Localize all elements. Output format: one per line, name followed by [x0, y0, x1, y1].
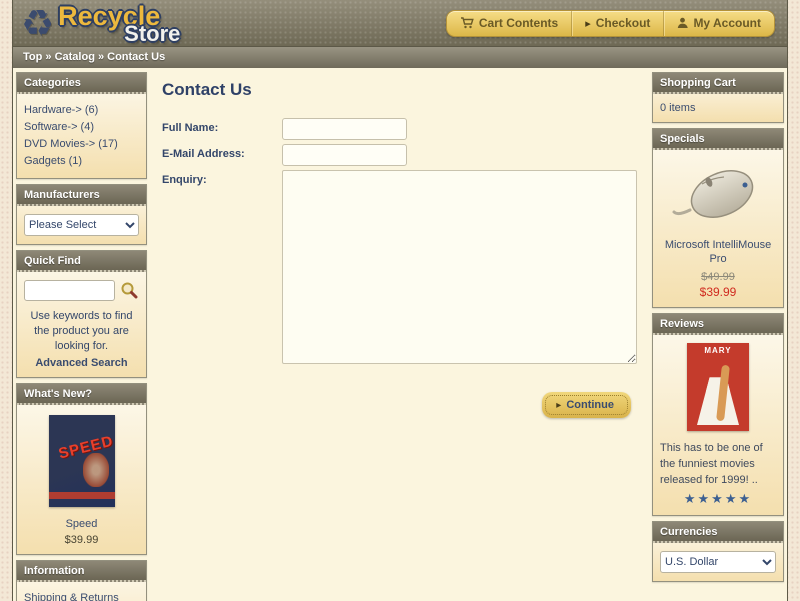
logo-text: Recycle Store — [58, 0, 218, 46]
enquiry-textarea[interactable] — [282, 170, 637, 364]
quick-find-help-text: Use keywords to find the product you are… — [30, 310, 133, 352]
review-excerpt[interactable]: This has to be one of the funniest movie… — [660, 440, 776, 488]
intellimouse-old-price: $49.99 — [701, 271, 735, 283]
box-categories: Categories Hardware-> (6) Software-> (4)… — [16, 72, 147, 179]
quick-find-header: Quick Find — [17, 251, 146, 272]
intellimouse-product-image[interactable] — [668, 170, 768, 231]
categories-header: Categories — [17, 73, 146, 94]
cart-contents-button[interactable]: Cart Contents — [447, 11, 571, 36]
email-input[interactable] — [282, 144, 407, 166]
search-icon — [120, 282, 138, 302]
box-shopping-cart: Shopping Cart 0 items — [652, 72, 784, 123]
checkout-label: Checkout — [595, 16, 651, 30]
categories-list: Hardware-> (6) Software-> (4) DVD Movies… — [17, 94, 146, 178]
box-whats-new: What's New? SPEED Speed $39.99 — [16, 383, 147, 555]
sidebar-item-gadgets[interactable]: Gadgets (1) — [24, 153, 139, 170]
box-specials: Specials Microsoft IntelliMouse Pro $49.… — [652, 128, 784, 308]
specials-header: Specials — [653, 129, 783, 150]
sidebar-item-software[interactable]: Software-> (4) — [24, 119, 139, 136]
speed-price: $39.99 — [64, 534, 99, 546]
cart-items-count: 0 items — [660, 102, 696, 114]
enquiry-label: Enquiry: — [162, 174, 207, 186]
search-input[interactable] — [24, 280, 115, 301]
manufacturers-header: Manufacturers — [17, 185, 146, 206]
my-account-button[interactable]: My Account — [663, 10, 774, 36]
breadcrumb[interactable]: Top » Catalog » Contact Us — [13, 46, 787, 68]
currency-select[interactable]: U.S. Dollar — [660, 551, 776, 573]
continue-arrow-icon: ▸ — [556, 399, 562, 411]
cart-contents-label: Cart Contents — [478, 16, 559, 30]
advanced-search-link[interactable]: Advanced Search — [24, 357, 139, 369]
sidebar-item-hardware[interactable]: Hardware-> (6) — [24, 102, 139, 119]
store-logo[interactable]: ♻ Recycle Store — [21, 0, 218, 46]
email-label: E-Mail Address: — [162, 148, 245, 160]
speed-poster-image[interactable]: SPEED — [48, 415, 115, 507]
sidebar-right: Shopping Cart 0 items Specials Microsoft… — [652, 72, 784, 582]
sidebar-item-dvd-movies[interactable]: DVD Movies-> (17) — [24, 136, 139, 153]
main-content: Contact Us Full Name: E-Mail Address: En… — [152, 72, 647, 418]
sidebar-left: Categories Hardware-> (6) Software-> (4)… — [16, 72, 147, 601]
continue-button[interactable]: ▸ Continue — [542, 392, 631, 418]
reviews-header: Reviews — [653, 314, 783, 335]
whats-new-header: What's New? — [17, 384, 146, 405]
box-manufacturers: Manufacturers Please Select — [16, 184, 147, 245]
recycle-icon: ♻ — [21, 2, 55, 44]
review-stars: ★★★★★ — [683, 491, 753, 506]
mary-poster-title: MARY — [704, 346, 732, 355]
full-name-input[interactable] — [282, 118, 407, 140]
search-button[interactable] — [119, 281, 139, 301]
continue-label: Continue — [566, 399, 614, 411]
page-title: Contact Us — [162, 80, 252, 99]
checkout-arrow-icon: ▸ — [585, 17, 591, 30]
information-header: Information — [17, 561, 146, 582]
cart-icon — [460, 17, 474, 29]
logo-line2: Store — [124, 21, 181, 46]
site-container: ♻ Recycle Store Cart Contents ▸ Checkout — [12, 0, 788, 601]
content-area: Categories Hardware-> (6) Software-> (4)… — [13, 68, 787, 601]
page-background: { "colors": { "accent_gold": "#ddb647", … — [0, 0, 800, 601]
product-link-intellimouse[interactable]: Microsoft IntelliMouse Pro — [660, 238, 776, 266]
person-icon — [677, 17, 689, 29]
my-account-label: My Account — [693, 16, 761, 30]
box-information: Information Shipping & Returns Privacy N… — [16, 560, 147, 601]
checkout-button[interactable]: ▸ Checkout — [571, 10, 663, 36]
full-name-label: Full Name: — [162, 122, 219, 134]
information-list: Shipping & Returns Privacy Notice Condit… — [17, 582, 146, 601]
manufacturers-select[interactable]: Please Select — [24, 214, 139, 236]
box-reviews: Reviews MARY This has to be one of the f… — [652, 313, 784, 516]
box-quick-find: Quick Find Use keywords to find the prod… — [16, 250, 147, 378]
intellimouse-special-price: $39.99 — [699, 285, 737, 299]
site-header: ♻ Recycle Store Cart Contents ▸ Checkout — [13, 0, 787, 46]
mary-poster-image[interactable]: MARY — [687, 343, 749, 431]
header-nav: Cart Contents ▸ Checkout My Account — [445, 9, 775, 37]
shopping-cart-header: Shopping Cart — [653, 73, 783, 94]
box-currencies: Currencies U.S. Dollar — [652, 521, 784, 582]
speed-poster-title: SPEED — [56, 432, 115, 463]
currencies-header: Currencies — [653, 522, 783, 543]
sidebar-item-shipping-returns[interactable]: Shipping & Returns — [24, 590, 139, 601]
product-link-speed[interactable]: Speed — [24, 517, 139, 531]
